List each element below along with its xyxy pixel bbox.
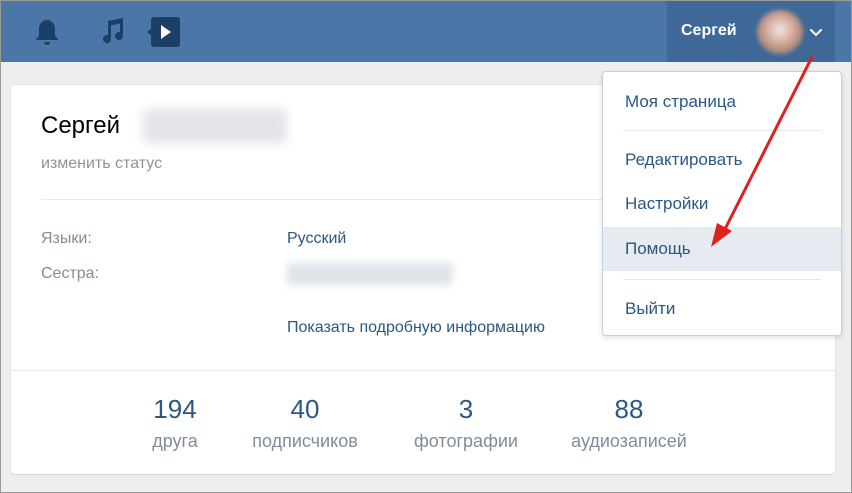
music-icon[interactable] [95,15,131,49]
counter-caption: аудиозаписей [571,431,687,451]
counter-value: 40 [290,394,320,424]
counter-value: 88 [614,394,644,424]
menu-separator [623,279,821,280]
counter-caption: фотографии [414,431,518,451]
counter-value: 3 [458,394,474,424]
profile-menu-button[interactable]: Сергей [667,1,835,62]
profile-full-name: Сергей [41,112,121,139]
profile-dropdown-menu: Моя страница Редактировать Настройки Пом… [602,71,842,336]
bell-icon[interactable] [29,15,65,49]
blurred-sister-link[interactable] [287,263,453,285]
menu-item-help[interactable]: Помощь [603,227,841,271]
divider [11,370,835,371]
video-icon[interactable] [145,15,181,49]
chevron-down-icon [810,29,822,37]
audio-counter[interactable]: 88 аудиозаписей [563,393,695,452]
divider [41,199,611,200]
menu-item-settings[interactable]: Настройки [603,182,841,226]
followers-counter[interactable]: 40 подписчиков [243,393,367,452]
languages-value[interactable]: Русский [287,230,346,248]
profile-name: Сергей [681,22,737,39]
show-more-info-link[interactable]: Показать подробную информацию [287,319,545,337]
counter-value: 194 [153,394,197,424]
blurred-surname [143,109,287,143]
change-status-link[interactable]: изменить статус [41,155,162,173]
menu-item-logout[interactable]: Выйти [603,287,841,331]
avatar [757,10,803,54]
top-navigation-bar: Сергей [1,1,851,62]
menu-separator [623,130,821,131]
counter-caption: подписчиков [252,431,358,451]
photos-counter[interactable]: 3 фотографии [407,393,525,452]
friends-counter[interactable]: 194 друга [141,393,209,452]
menu-item-my-page[interactable]: Моя страница [603,80,841,124]
counter-caption: друга [152,431,198,451]
menu-item-edit[interactable]: Редактировать [603,138,841,182]
sister-label: Сестра: [41,265,100,282]
languages-label: Языки: [41,230,92,247]
